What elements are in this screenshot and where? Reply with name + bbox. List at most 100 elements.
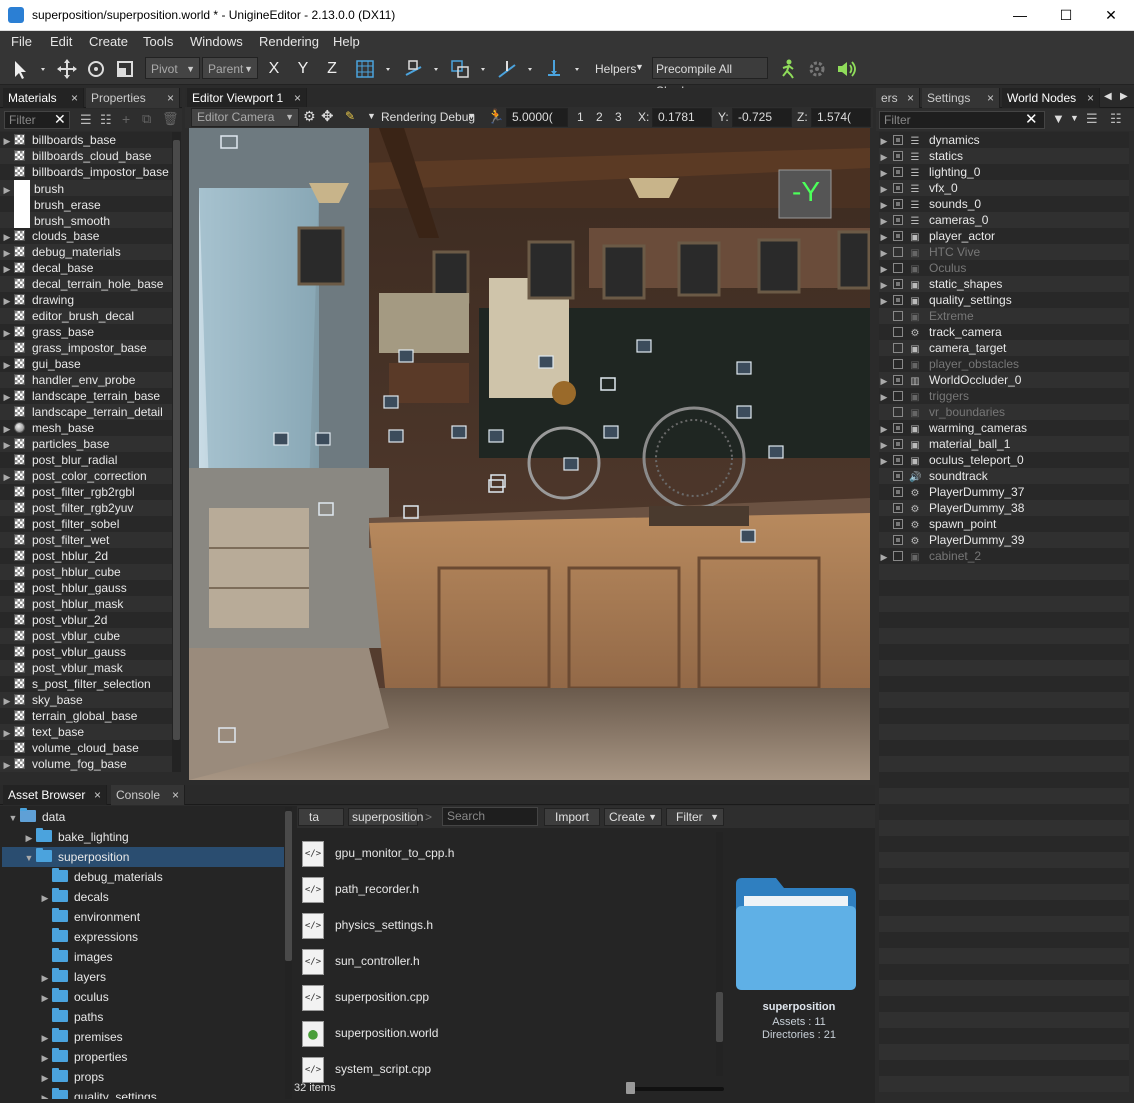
material-item[interactable]: handler_env_probe (0, 372, 172, 388)
expand-arrow-icon[interactable]: ▶ (0, 421, 14, 437)
world-node-item[interactable]: ▶ ☰ statics (879, 148, 1129, 164)
world-node-item[interactable]: 🔊 soundtrack (879, 468, 1129, 484)
expand-arrow-icon[interactable]: ▶ (879, 213, 889, 229)
minimize-button[interactable]: — (997, 0, 1043, 31)
expand-arrow-icon[interactable]: ▶ (879, 245, 889, 261)
expand-arrow-icon[interactable]: ▶ (879, 165, 889, 181)
folder-tree-item[interactable]: ▶ premises (2, 1027, 284, 1047)
close-icon[interactable]: × (94, 785, 101, 805)
world-node-item[interactable]: ▶ ▣ triggers (879, 388, 1129, 404)
placement-button[interactable] (541, 56, 585, 82)
close-icon[interactable]: × (71, 88, 78, 108)
material-item[interactable]: ▶ clouds_base (0, 228, 172, 244)
material-item[interactable]: post_vblur_mask (0, 660, 172, 676)
viewport-scene[interactable]: -Y (189, 128, 870, 780)
material-item[interactable]: ▶ landscape_terrain_base (0, 388, 172, 404)
material-item[interactable]: grass_impostor_base (0, 340, 172, 356)
material-item[interactable]: post_filter_sobel (0, 516, 172, 532)
world-node-item[interactable]: ▶ ☰ dynamics (879, 132, 1129, 148)
material-item[interactable]: ▶ gui_base (0, 356, 172, 372)
world-node-item[interactable]: ▣ Extreme (879, 308, 1129, 324)
menu-help[interactable]: Help (333, 34, 360, 49)
create-button[interactable]: Create ▼ (604, 808, 662, 826)
enable-checkbox[interactable] (893, 407, 903, 417)
material-item[interactable]: post_hblur_cube (0, 564, 172, 580)
close-icon[interactable]: × (907, 88, 914, 108)
world-node-item[interactable]: ▶ ▣ HTC Vive (879, 244, 1129, 260)
zoom-slider-handle[interactable] (626, 1082, 635, 1094)
move-camera-icon[interactable]: ✥ (321, 107, 334, 125)
folder-tree-item[interactable]: ▶ layers (2, 967, 284, 987)
select-tool-button[interactable] (8, 56, 50, 82)
material-item[interactable]: post_filter_wet (0, 532, 172, 548)
expand-arrow-icon[interactable]: ▶ (38, 988, 52, 1008)
physics-button[interactable] (805, 56, 829, 82)
enable-checkbox[interactable] (893, 263, 903, 273)
expand-arrow-icon[interactable]: ▶ (879, 389, 889, 405)
sound-button[interactable] (834, 56, 858, 82)
material-item[interactable]: brush_smooth (0, 212, 172, 228)
scroll-thumb[interactable] (285, 811, 292, 961)
expand-arrow-icon[interactable]: ▶ (0, 437, 14, 453)
close-icon[interactable]: × (167, 88, 174, 108)
expand-arrow-icon[interactable]: ▶ (879, 293, 889, 309)
enable-checkbox[interactable] (893, 455, 903, 465)
material-item[interactable]: ▶ debug_materials (0, 244, 172, 260)
menu-file[interactable]: File (11, 34, 32, 49)
enable-checkbox[interactable] (893, 295, 903, 305)
enable-checkbox[interactable] (893, 391, 903, 401)
enable-checkbox[interactable] (893, 279, 903, 289)
expand-arrow-icon[interactable]: ▶ (38, 888, 52, 908)
material-item[interactable]: ▶ billboards_base (0, 132, 172, 148)
tabs-right-icon[interactable]: ▶ (1120, 91, 1128, 102)
world-node-item[interactable]: ▶ ▣ warming_cameras (879, 420, 1129, 436)
asset-file-item[interactable]: </> physics_settings.h (302, 910, 712, 940)
expand-arrow-icon[interactable]: ▶ (879, 437, 889, 453)
enable-checkbox[interactable] (893, 199, 903, 209)
enable-checkbox[interactable] (893, 327, 903, 337)
expand-arrow-icon[interactable]: ▶ (0, 693, 14, 709)
enable-checkbox[interactable] (893, 375, 903, 385)
enable-checkbox[interactable] (893, 135, 903, 145)
material-item[interactable]: ▶ grass_base (0, 324, 172, 340)
expand-arrow-icon[interactable]: ▶ (879, 133, 889, 149)
world-node-item[interactable]: ▶ ▣ oculus_teleport_0 (879, 452, 1129, 468)
world-node-item[interactable]: ▶ ☰ lighting_0 (879, 164, 1129, 180)
material-item[interactable]: post_vblur_cube (0, 628, 172, 644)
zoom-slider-track[interactable] (630, 1087, 724, 1091)
enable-checkbox[interactable] (893, 183, 903, 193)
expand-arrow-icon[interactable]: ▶ (0, 469, 14, 485)
folder-tree-item[interactable]: ▼ superposition (2, 847, 284, 867)
expand-arrow-icon[interactable]: ▶ (22, 828, 36, 848)
drop-to-ground-button[interactable] (494, 56, 538, 82)
folder-tree-item[interactable]: ▼ data (2, 807, 284, 827)
material-item[interactable]: landscape_terrain_detail (0, 404, 172, 420)
folder-tree-item[interactable]: expressions (2, 927, 284, 947)
close-icon[interactable]: × (1087, 88, 1094, 108)
breadcrumb-superposition[interactable]: superposition (348, 808, 423, 826)
material-item[interactable]: s_post_filter_selection (0, 676, 172, 692)
clone-icon[interactable]: ⧉ (142, 111, 151, 127)
enable-checkbox[interactable] (893, 487, 903, 497)
world-node-item[interactable]: ▣ player_obstacles (879, 356, 1129, 372)
asset-file-item[interactable]: </> superposition.cpp (302, 982, 712, 1012)
material-item[interactable]: volume_cloud_base (0, 740, 172, 756)
material-item[interactable]: ▶ text_base (0, 724, 172, 740)
snap-grid-button[interactable] (352, 56, 396, 82)
tree-scrollbar[interactable] (285, 807, 292, 1099)
scroll-thumb[interactable] (173, 140, 180, 740)
world-node-item[interactable]: ⚙ PlayerDummy_38 (879, 500, 1129, 516)
expand-arrow-icon[interactable]: ▶ (879, 549, 889, 565)
expand-arrow-icon[interactable]: ▶ (879, 277, 889, 293)
expand-arrow-icon[interactable]: ▶ (879, 373, 889, 389)
asset-file-item[interactable]: </> path_recorder.h (302, 874, 712, 904)
enable-checkbox[interactable] (893, 215, 903, 225)
scroll-thumb[interactable] (716, 992, 723, 1042)
expand-arrow-icon[interactable]: ▶ (879, 149, 889, 165)
menu-edit[interactable]: Edit (50, 34, 72, 49)
world-node-item[interactable]: ▶ ▥ WorldOccluder_0 (879, 372, 1129, 388)
preset-1-button[interactable]: 1 (577, 110, 584, 124)
collapse-all-icon[interactable]: ☰ (1086, 111, 1098, 127)
material-item[interactable]: editor_brush_decal (0, 308, 172, 324)
enable-checkbox[interactable] (893, 247, 903, 257)
